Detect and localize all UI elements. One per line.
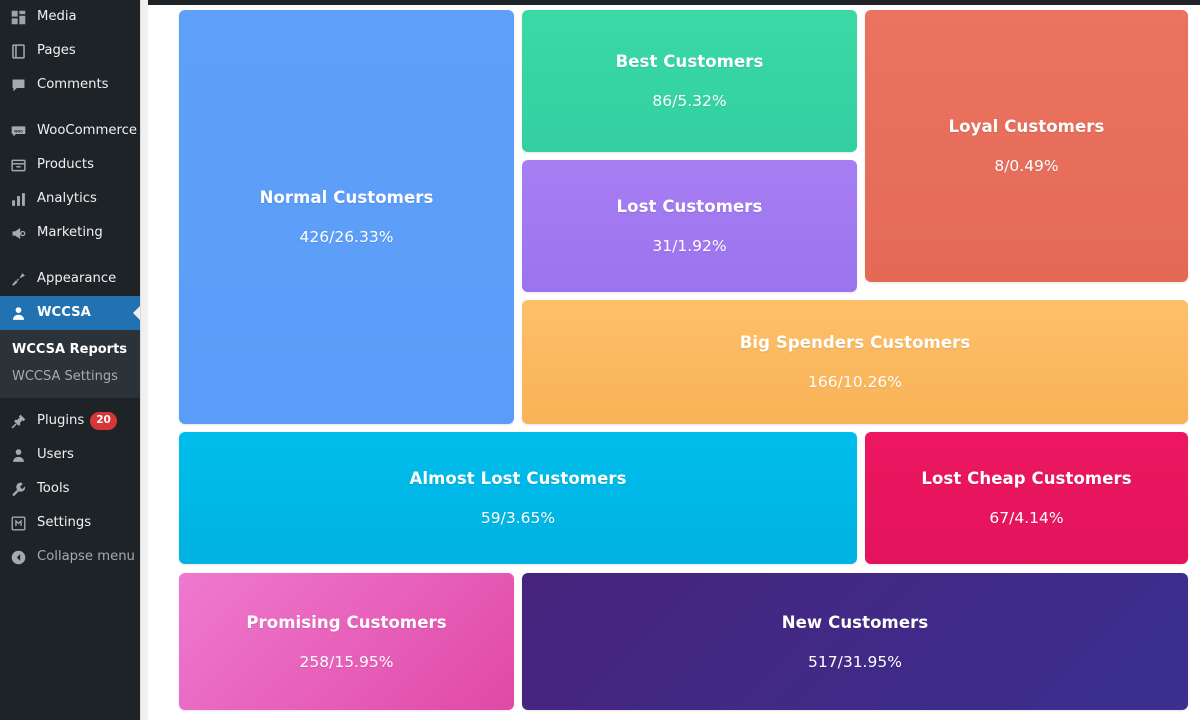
sidebar-item-collapse-menu[interactable]: Collapse menu xyxy=(0,540,140,574)
appearance-icon xyxy=(8,269,28,289)
treemap-tile-best-customers[interactable]: Best Customers 86/5.32% xyxy=(522,10,857,152)
svg-text:woo: woo xyxy=(13,128,23,133)
sidebar-item-label: Products xyxy=(37,157,94,173)
sidebar-item-label: Comments xyxy=(37,77,109,93)
tile-value: 31/1.92% xyxy=(652,237,727,255)
treemap-tile-lost-cheap-customers[interactable]: Lost Cheap Customers 67/4.14% xyxy=(865,432,1188,564)
tile-title: Normal Customers xyxy=(259,188,434,207)
sidebar-item-products[interactable]: Products xyxy=(0,148,140,182)
collapse-icon xyxy=(8,547,28,567)
analytics-icon xyxy=(8,189,28,209)
sidebar-item-pages[interactable]: Pages xyxy=(0,34,140,68)
sidebar-subitem-label: WCCSA Settings xyxy=(12,369,118,384)
sidebar-subitem-wccsa-settings[interactable]: WCCSA Settings xyxy=(0,363,140,390)
tile-title: Lost Customers xyxy=(616,197,763,216)
admin-page: Media Pages Comments woo WooCommerce Pro… xyxy=(0,0,1200,720)
sidebar-item-label: Media xyxy=(37,9,77,25)
marketing-icon xyxy=(8,223,28,243)
sidebar-item-label: Settings xyxy=(37,515,92,531)
sidebar-item-marketing[interactable]: Marketing xyxy=(0,216,140,250)
settings-icon xyxy=(8,513,28,533)
sidebar-item-users[interactable]: Users xyxy=(0,438,140,472)
tile-value: 426/26.33% xyxy=(299,228,394,246)
sidebar-item-label: Appearance xyxy=(37,271,117,287)
treemap-tile-lost-customers[interactable]: Lost Customers 31/1.92% xyxy=(522,160,857,292)
treemap-tile-almost-lost-customers[interactable]: Almost Lost Customers 59/3.65% xyxy=(179,432,857,564)
tile-title: Loyal Customers xyxy=(948,117,1105,136)
tile-title: Lost Cheap Customers xyxy=(921,469,1132,488)
plugins-update-badge: 20 xyxy=(90,412,117,430)
tile-value: 258/15.95% xyxy=(299,652,394,671)
sidebar-item-label: Plugins xyxy=(37,413,85,429)
sidebar-subitem-wccsa-reports[interactable]: WCCSA Reports xyxy=(0,336,140,363)
tile-value: 517/31.95% xyxy=(808,652,902,671)
customer-segmentation-treemap: Normal Customers 426/26.33% Best Custome… xyxy=(179,10,1188,710)
user-icon xyxy=(8,303,28,323)
admin-sidebar: Media Pages Comments woo WooCommerce Pro… xyxy=(0,0,140,720)
sidebar-item-label: Collapse menu xyxy=(37,549,135,565)
tile-title: Almost Lost Customers xyxy=(409,469,627,488)
comments-icon xyxy=(8,75,28,95)
tile-title: New Customers xyxy=(781,612,929,632)
treemap-tile-big-spenders-customers[interactable]: Big Spenders Customers 166/10.26% xyxy=(522,300,1188,424)
sidebar-item-media[interactable]: Media xyxy=(0,0,140,34)
tools-icon xyxy=(8,479,28,499)
treemap-tile-promising-customers[interactable]: Promising Customers 258/15.95% xyxy=(179,573,514,710)
sidebar-separator-1 xyxy=(0,102,140,114)
wccsa-reports-content: Normal Customers 426/26.33% Best Custome… xyxy=(148,0,1200,720)
tile-value: 67/4.14% xyxy=(989,509,1064,527)
sidebar-item-label: WCCSA xyxy=(37,305,91,321)
sidebar-subitem-label: WCCSA Reports xyxy=(12,342,128,357)
sidebar-item-label: Tools xyxy=(37,481,70,497)
sidebar-item-wccsa[interactable]: WCCSA xyxy=(0,296,140,330)
products-icon xyxy=(8,155,28,175)
tile-value: 59/3.65% xyxy=(480,509,556,527)
plugins-icon xyxy=(8,411,28,431)
sidebar-item-settings[interactable]: Settings xyxy=(0,506,140,540)
tile-title: Promising Customers xyxy=(246,612,447,632)
tile-title: Best Customers xyxy=(615,52,764,71)
sidebar-item-comments[interactable]: Comments xyxy=(0,68,140,102)
sidebar-item-label: Analytics xyxy=(37,191,97,207)
media-icon xyxy=(8,7,28,27)
sidebar-content-gutter xyxy=(140,0,148,720)
tile-value: 166/10.26% xyxy=(808,373,902,391)
tile-value: 8/0.49% xyxy=(994,157,1059,175)
pages-icon xyxy=(8,41,28,61)
sidebar-submenu-wccsa: WCCSA Reports WCCSA Settings xyxy=(0,330,140,398)
tile-title: Big Spenders Customers xyxy=(739,333,971,352)
users-icon xyxy=(8,445,28,465)
sidebar-item-label: Pages xyxy=(37,43,76,59)
admin-bar-strip xyxy=(148,0,1200,5)
woocommerce-icon: woo xyxy=(8,121,28,141)
sidebar-item-appearance[interactable]: Appearance xyxy=(0,262,140,296)
sidebar-item-tools[interactable]: Tools xyxy=(0,472,140,506)
treemap-tile-loyal-customers[interactable]: Loyal Customers 8/0.49% xyxy=(865,10,1188,282)
sidebar-separator-2 xyxy=(0,250,140,262)
sidebar-item-woocommerce[interactable]: woo WooCommerce xyxy=(0,114,140,148)
sidebar-item-label: Users xyxy=(37,447,74,463)
sidebar-item-label: WooCommerce xyxy=(37,123,137,139)
treemap-tile-new-customers[interactable]: New Customers 517/31.95% xyxy=(522,573,1188,710)
sidebar-item-label: Marketing xyxy=(37,225,103,241)
sidebar-item-analytics[interactable]: Analytics xyxy=(0,182,140,216)
sidebar-item-plugins[interactable]: Plugins 20 xyxy=(0,404,140,438)
treemap-tile-normal-customers[interactable]: Normal Customers 426/26.33% xyxy=(179,10,514,424)
tile-value: 86/5.32% xyxy=(652,92,727,110)
